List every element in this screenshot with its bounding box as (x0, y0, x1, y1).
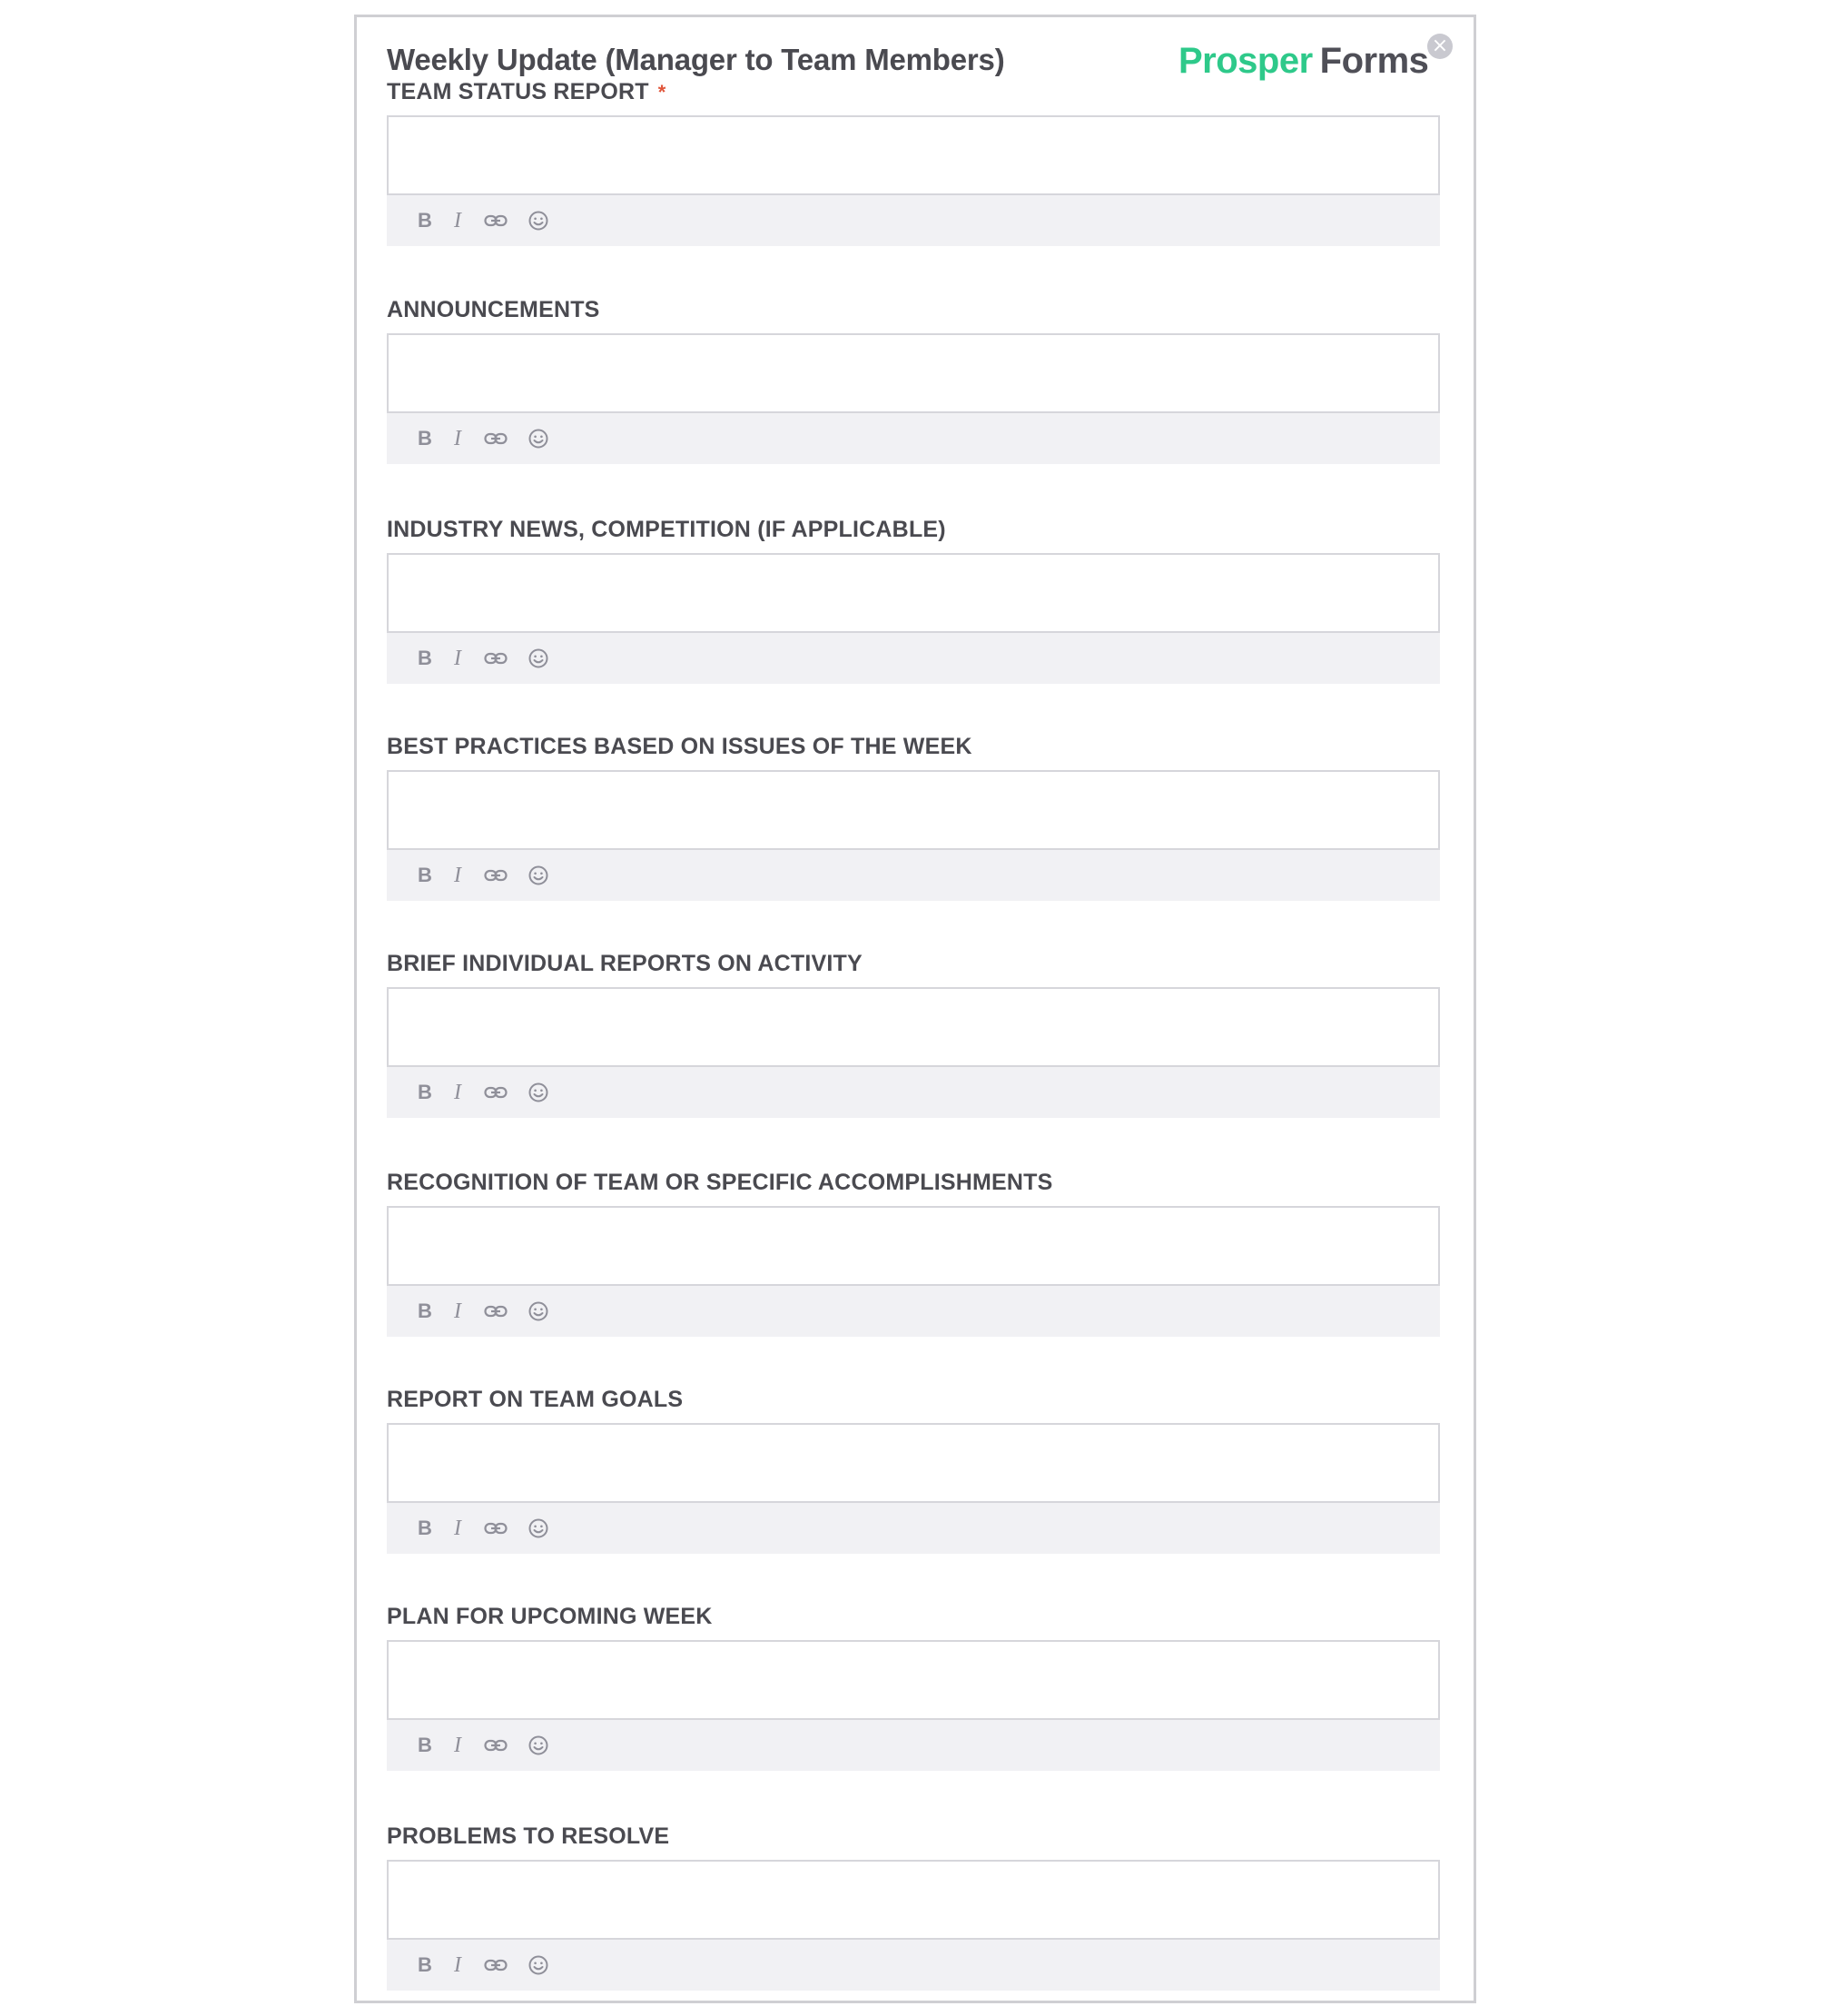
field-label: REPORT ON TEAM GOALS (387, 1387, 683, 1413)
rich-text-input[interactable] (387, 1860, 1440, 1940)
italic-icon[interactable]: I (445, 1516, 470, 1541)
bold-icon[interactable]: B (412, 1733, 438, 1758)
italic-icon[interactable]: I (445, 1080, 470, 1105)
close-icon[interactable]: × (1427, 34, 1453, 59)
emoji-icon[interactable] (526, 1733, 551, 1758)
form-field: RECOGNITION OF TEAM OR SPECIFIC ACCOMPLI… (387, 1170, 1440, 1362)
emoji-icon[interactable] (526, 1080, 551, 1105)
field-label-text: BRIEF INDIVIDUAL REPORTS ON ACTIVITY (387, 951, 863, 976)
formatting-toolbar: BI (387, 1503, 1440, 1554)
italic-icon[interactable]: I (445, 863, 470, 888)
required-marker: * (657, 81, 666, 104)
field-label-text: BEST PRACTICES BASED ON ISSUES OF THE WE… (387, 734, 972, 759)
link-icon[interactable] (483, 1733, 508, 1758)
link-icon[interactable] (483, 426, 508, 451)
form-field: PLAN FOR UPCOMING WEEK B I (387, 1604, 1440, 1796)
form-card: × Weekly Update (Manager to Team Members… (354, 15, 1476, 2003)
rich-text-input[interactable] (387, 1206, 1440, 1286)
italic-icon[interactable]: I (445, 1299, 470, 1324)
form-field: BRIEF INDIVIDUAL REPORTS ON ACTIVITY B I (387, 951, 1440, 1143)
form-field: BEST PRACTICES BASED ON ISSUES OF THE WE… (387, 734, 1440, 926)
rich-text-input[interactable] (387, 553, 1440, 633)
form-field: INDUSTRY NEWS, COMPETITION (IF APPLICABL… (387, 517, 1440, 709)
link-icon[interactable] (483, 1952, 508, 1978)
italic-icon[interactable]: I (445, 208, 470, 233)
bold-icon[interactable]: B (412, 1952, 438, 1978)
rich-text-input[interactable] (387, 333, 1440, 413)
link-icon[interactable] (483, 646, 508, 671)
link-icon[interactable] (483, 1299, 508, 1324)
bold-icon[interactable]: B (412, 1299, 438, 1324)
field-label: PLAN FOR UPCOMING WEEK (387, 1604, 713, 1630)
italic-icon[interactable]: I (445, 426, 470, 451)
emoji-icon[interactable] (526, 863, 551, 888)
formatting-toolbar: BI (387, 413, 1440, 464)
logo-forms-text: Forms (1319, 41, 1429, 81)
prosperforms-logo: Prosper Forms (1178, 41, 1429, 82)
formatting-toolbar: BI (387, 1720, 1440, 1771)
emoji-icon[interactable] (526, 1952, 551, 1978)
formatting-toolbar: BI (387, 1067, 1440, 1118)
rich-text-input[interactable] (387, 770, 1440, 850)
field-label: INDUSTRY NEWS, COMPETITION (IF APPLICABL… (387, 517, 946, 543)
field-label: BRIEF INDIVIDUAL REPORTS ON ACTIVITY (387, 951, 863, 977)
emoji-icon[interactable] (526, 1516, 551, 1541)
bold-icon[interactable]: B (412, 426, 438, 451)
rich-text-input[interactable] (387, 1640, 1440, 1720)
field-label-text: PLAN FOR UPCOMING WEEK (387, 1604, 713, 1629)
link-icon[interactable] (483, 208, 508, 233)
rich-text-input[interactable] (387, 987, 1440, 1067)
bold-icon[interactable]: B (412, 208, 438, 233)
bold-icon[interactable]: B (412, 863, 438, 888)
field-label-text: TEAM STATUS REPORT (387, 79, 649, 104)
rich-text-input[interactable] (387, 1423, 1440, 1503)
field-label-text: INDUSTRY NEWS, COMPETITION (IF APPLICABL… (387, 517, 946, 542)
bold-icon[interactable]: B (412, 1516, 438, 1541)
formatting-toolbar: BI (387, 1286, 1440, 1337)
emoji-icon[interactable] (526, 646, 551, 671)
field-label: PROBLEMS TO RESOLVE (387, 1823, 669, 1850)
bold-icon[interactable]: B (412, 646, 438, 671)
formatting-toolbar: BI (387, 633, 1440, 684)
formatting-toolbar: BI (387, 850, 1440, 901)
link-icon[interactable] (483, 1516, 508, 1541)
form-field: ANNOUNCEMENTS B I (387, 297, 1440, 489)
italic-icon[interactable]: I (445, 1733, 470, 1758)
field-label: TEAM STATUS REPORT * (387, 79, 666, 105)
field-label-text: ANNOUNCEMENTS (387, 297, 600, 322)
link-icon[interactable] (483, 863, 508, 888)
field-label-text: REPORT ON TEAM GOALS (387, 1387, 684, 1412)
form-title: Weekly Update (Manager to Team Members) (387, 43, 1005, 76)
link-icon[interactable] (483, 1080, 508, 1105)
italic-icon[interactable]: I (445, 1952, 470, 1978)
field-label-text: RECOGNITION OF TEAM OR SPECIFIC ACCOMPLI… (387, 1170, 1053, 1195)
field-label: BEST PRACTICES BASED ON ISSUES OF THE WE… (387, 734, 972, 760)
field-label: ANNOUNCEMENTS (387, 297, 600, 323)
rich-text-input[interactable] (387, 115, 1440, 195)
formatting-toolbar: BI (387, 1940, 1440, 1991)
field-label-text: PROBLEMS TO RESOLVE (387, 1823, 670, 1849)
field-label: RECOGNITION OF TEAM OR SPECIFIC ACCOMPLI… (387, 1170, 1052, 1196)
form-field: TEAM STATUS REPORT * B I (387, 79, 1440, 272)
form-field: REPORT ON TEAM GOALS B I (387, 1387, 1440, 1579)
logo-prosper-text: Prosper (1178, 41, 1313, 81)
emoji-icon[interactable] (526, 1299, 551, 1324)
bold-icon[interactable]: B (412, 1080, 438, 1105)
emoji-icon[interactable] (526, 208, 551, 233)
formatting-toolbar: BI (387, 195, 1440, 246)
emoji-icon[interactable] (526, 426, 551, 451)
form-field: PROBLEMS TO RESOLVE B I (387, 1823, 1440, 2016)
italic-icon[interactable]: I (445, 646, 470, 671)
